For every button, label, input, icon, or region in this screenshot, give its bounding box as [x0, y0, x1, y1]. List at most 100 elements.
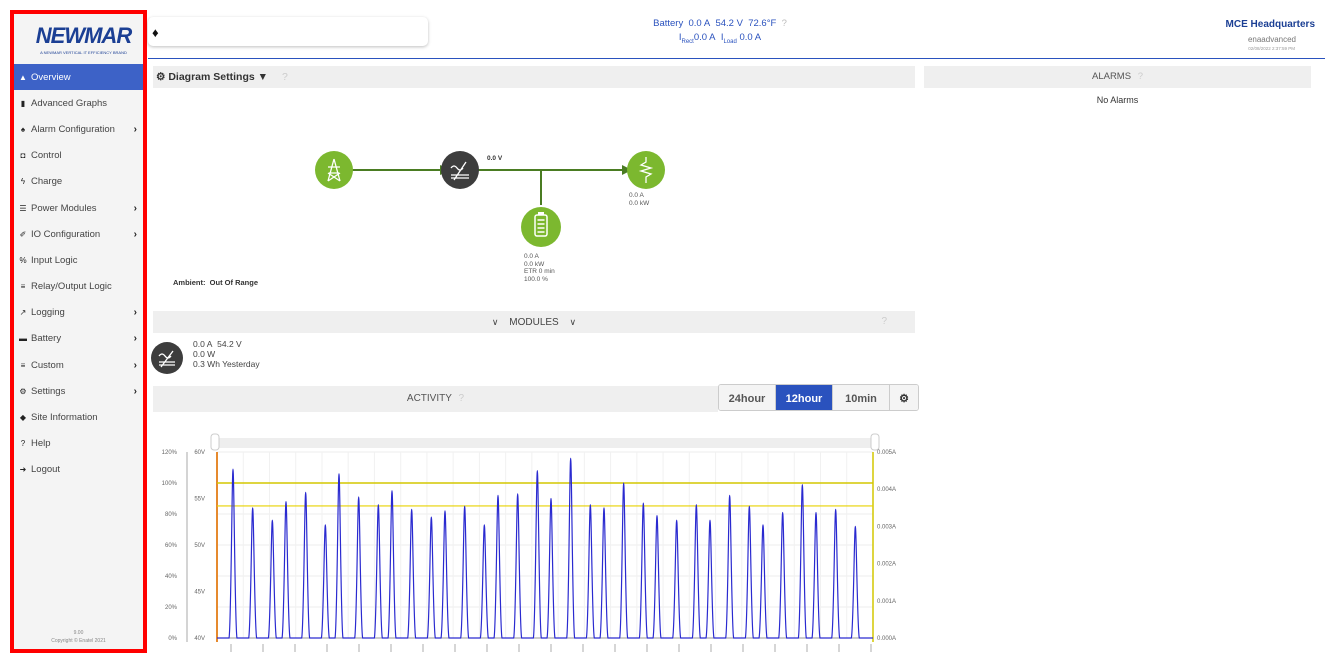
help-icon[interactable]: ?: [282, 71, 288, 83]
plug-icon: ✐: [19, 229, 27, 239]
diagram-settings-title: Diagram Settings: [168, 71, 255, 83]
y-tick-current: 0.004A: [877, 487, 896, 493]
brand-name: NEWMAR: [35, 23, 132, 48]
sidebar-item-io-configuration[interactable]: ✐ IO Configuration ›: [14, 221, 143, 247]
activity-chart: 0% 20% 40% 60% 80% 100% 120% 40V 45V 50V 55V 60V 0.0…: [162, 433, 896, 652]
series-spikes: [217, 457, 873, 639]
chevron-right-icon: ›: [133, 123, 137, 135]
ambient-label: Ambient:: [173, 278, 206, 287]
newmar-logo[interactable]: NEWMAR A NEWMAR VERTICAL IT EFFICIENCY B…: [14, 14, 143, 64]
alarms-title: ALARMS: [1091, 71, 1132, 82]
brand-tagline: A NEWMAR VERTICAL IT EFFICIENCY BRAND: [40, 50, 127, 55]
y-tick-percent: 20%: [165, 605, 178, 611]
load-readings: 0.0 A 0.0 kW: [629, 192, 649, 207]
sliders-icon: ≡: [20, 282, 26, 292]
sidebar-item-label: IO Configuration: [31, 228, 101, 240]
range-slider-track: [213, 438, 877, 448]
y-tick-percent: 40%: [165, 574, 178, 580]
grid-tower-icon[interactable]: [315, 151, 353, 189]
iload-sub: Load: [723, 38, 737, 45]
sidebar-item-label: Logging: [31, 307, 65, 319]
no-alarms-text: No Alarms: [1096, 95, 1139, 105]
area-chart-icon: ▲: [19, 72, 27, 82]
battery-node-power: 0.0 kW: [524, 260, 545, 268]
y-tick-voltage: 55V: [194, 497, 205, 503]
chevron-right-icon: ›: [133, 385, 137, 397]
line-chart-icon: ↗: [19, 308, 27, 318]
sidebar-item-logout[interactable]: ➜ Logout: [14, 457, 143, 483]
notification-box[interactable]: [148, 17, 428, 46]
status-help-icon[interactable]: ?: [782, 18, 787, 29]
chevron-down-icon: ∨: [491, 317, 499, 327]
battery-current: 0.0 A: [688, 18, 711, 29]
activity-title: ACTIVITY: [406, 393, 452, 404]
iload-value: 0.0 A: [739, 32, 762, 43]
y-tick-current: 0.002A: [877, 562, 896, 568]
y-tick-voltage: 45V: [194, 590, 205, 596]
version-label: 9.00: [73, 630, 84, 636]
sidebar-item-label: Input Logic: [31, 254, 78, 266]
ambient-value: Out Of Range: [209, 278, 259, 287]
system-status: Battery 0.0 A 54.2 V 72.6°F ? IRect0.0 A…: [620, 17, 820, 49]
irect-sub: Rect: [681, 38, 694, 45]
y-tick-voltage: 60V: [194, 450, 205, 456]
range-slider-left-handle: [210, 433, 220, 451]
list-icon: ☰: [19, 203, 27, 213]
bolt-icon: ϟ: [20, 177, 26, 187]
time-range-selector: 24hour 12hour 10min ⚙: [718, 384, 919, 411]
y-tick-voltage: 50V: [194, 543, 205, 549]
load-power: 0.0 kW: [629, 199, 650, 207]
module-power: 0.0 W: [193, 349, 216, 359]
alarms-header: ALARMS ?: [924, 66, 1311, 88]
site-name[interactable]: MCE Headquarters: [1226, 19, 1315, 30]
sidebar-item-power-modules[interactable]: ☰ Power Modules ›: [14, 195, 143, 221]
sidebar-item-charge[interactable]: ϟ Charge: [14, 169, 143, 195]
modules-title: MODULES: [509, 317, 559, 328]
y-tick-percent: 120%: [162, 450, 178, 456]
battery-voltage: 54.2 V: [715, 18, 743, 29]
sidebar-item-label: Advanced Graphs: [31, 97, 108, 109]
y-tick-percent: 0%: [168, 636, 177, 642]
sidebar-item-input-logic[interactable]: % Input Logic: [14, 247, 143, 273]
chart-grid: [210, 433, 880, 639]
nav-menu: ▲ Overview ▮ Advanced Graphs ♠ Alarm Configur…: [14, 64, 143, 483]
sidebar-item-label: Logout: [31, 464, 61, 476]
sidebar-item-overview[interactable]: ▲ Overview: [14, 64, 143, 91]
module-rectifier-icon[interactable]: [151, 342, 183, 374]
sidebar-item-label: Alarm Configuration: [31, 123, 115, 135]
sidebar-item-alarm-configuration[interactable]: ♠ Alarm Configuration ›: [14, 116, 143, 142]
range-slider-right-handle: [870, 433, 880, 451]
sidebar-item-site-information[interactable]: ◆ Site Information: [14, 404, 143, 430]
range-10min-button[interactable]: 10min: [833, 385, 890, 410]
chart-settings-gear-icon[interactable]: ⚙: [890, 385, 918, 410]
diagram-settings-header[interactable]: ⚙ Diagram Settings ▼ ?: [153, 66, 915, 88]
modules-header[interactable]: ∨ MODULES ∨ ?: [153, 311, 915, 333]
header-divider: [148, 58, 1325, 59]
sidebar-item-label: Site Information: [31, 412, 98, 424]
modules-help-icon[interactable]: ?: [881, 311, 887, 333]
sidebar-item-label: Control: [31, 150, 62, 162]
sidebar-item-custom[interactable]: ≡ Custom ›: [14, 352, 143, 378]
sidebar-item-relay-output-logic[interactable]: ≡ Relay/Output Logic: [14, 274, 143, 300]
activity-help-icon[interactable]: ?: [459, 393, 465, 404]
sidebar-item-battery[interactable]: ▬ Battery ›: [14, 326, 143, 352]
sidebar: NEWMAR A NEWMAR VERTICAL IT EFFICIENCY B…: [10, 10, 147, 653]
alarms-help-icon[interactable]: ?: [1138, 71, 1143, 82]
y-tick-current: 0.003A: [877, 524, 896, 530]
sidebar-item-logging[interactable]: ↗ Logging ›: [14, 300, 143, 326]
sidebar-item-label: Relay/Output Logic: [31, 281, 112, 293]
range-12hour-button[interactable]: 12hour: [776, 385, 833, 410]
sidebar-item-settings[interactable]: ⚙ Settings ›: [14, 378, 143, 404]
sidebar-item-control[interactable]: ◘ Control: [14, 143, 143, 169]
sidebar-item-advanced-graphs[interactable]: ▮ Advanced Graphs: [14, 90, 143, 116]
battery-etr: ETR 0 min: [524, 268, 555, 275]
sidebar-item-help[interactable]: ? Help: [14, 431, 143, 457]
sidebar-item-label: Power Modules: [31, 202, 97, 214]
module-info: 0.0 A 54.2 V 0.0 W 0.3 Wh Yesterday: [193, 339, 260, 369]
sidebar-item-label: Overview: [31, 71, 71, 83]
timestamp: 02/08/2022 2:37:59 PM: [1248, 46, 1295, 51]
module-current: 0.0 A: [193, 339, 213, 349]
range-24hour-button[interactable]: 24hour: [719, 385, 776, 410]
bell-icon[interactable]: ♦: [152, 25, 159, 40]
y-tick-percent: 60%: [165, 543, 178, 549]
